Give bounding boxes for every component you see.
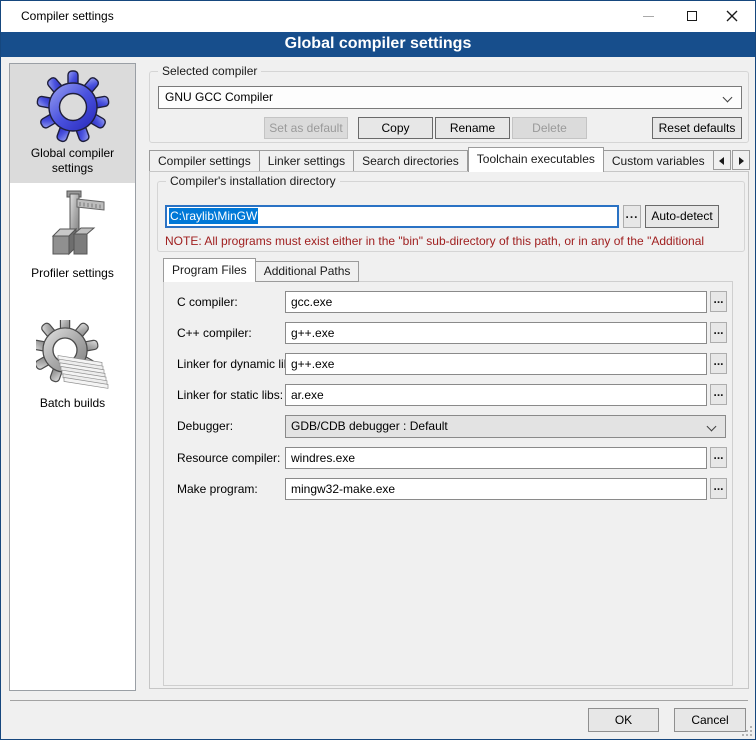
field-label: Debugger: — [177, 415, 233, 437]
dynamic-linker-input[interactable]: g++.exe — [285, 353, 707, 375]
chevron-down-icon — [723, 93, 733, 103]
browse-directory-button[interactable]: ... — [623, 205, 641, 228]
close-button[interactable] — [715, 1, 749, 31]
chevron-down-icon — [707, 422, 717, 432]
selected-path-text: C:\raylib\MinGW — [169, 208, 258, 224]
gray-gear-stack-icon — [36, 320, 110, 394]
resource-compiler-input[interactable]: windres.exe — [285, 447, 707, 469]
compiler-select-value: GNU GCC Compiler — [165, 90, 273, 104]
settings-category-sidebar: Global compiler settings Profiler settin… — [9, 63, 136, 691]
delete-button[interactable]: Delete — [512, 117, 587, 139]
cpp-compiler-input[interactable]: g++.exe — [285, 322, 707, 344]
c-compiler-browse-button[interactable]: ... — [710, 291, 727, 312]
maximize-button[interactable] — [675, 1, 709, 31]
settings-tab-strip: Compiler settings Linker settings Search… — [149, 147, 713, 172]
sidebar-item-global-compiler-settings[interactable]: Global compiler settings — [10, 64, 135, 183]
group-legend: Selected compiler — [158, 64, 261, 78]
close-icon — [726, 10, 738, 22]
installation-directory-group: Compiler's installation directory C:\ray… — [157, 181, 745, 252]
program-files-panel: C compiler: gcc.exe ... C++ compiler: g+… — [163, 281, 733, 686]
sidebar-item-label: Profiler settings — [10, 266, 135, 281]
rename-button[interactable]: Rename — [435, 117, 510, 139]
sidebar-item-label: Batch builds — [10, 396, 135, 411]
tab-scroll-left-button[interactable] — [713, 150, 731, 170]
copy-button[interactable]: Copy — [358, 117, 433, 139]
set-as-default-button[interactable]: Set as default — [264, 117, 348, 139]
field-label: C++ compiler: — [177, 322, 252, 344]
debugger-select[interactable]: GDB/CDB debugger : Default — [285, 415, 726, 438]
window-title: Compiler settings — [21, 9, 114, 23]
titlebar: Compiler settings — [1, 1, 755, 32]
footer-divider — [10, 700, 748, 701]
field-label: Make program: — [177, 478, 258, 500]
tab-program-files[interactable]: Program Files — [163, 258, 256, 282]
field-label: Linker for dynamic libs: — [177, 353, 300, 375]
make-program-input[interactable]: mingw32-make.exe — [285, 478, 707, 500]
sidebar-item-profiler-settings[interactable]: Profiler settings — [10, 184, 135, 302]
tab-search-directories[interactable]: Search directories — [354, 150, 468, 172]
caliper-icon — [36, 190, 110, 264]
blue-gear-icon — [36, 70, 110, 144]
compiler-select[interactable]: GNU GCC Compiler — [158, 86, 742, 109]
tab-custom-variables[interactable]: Custom variables — [604, 150, 713, 172]
sidebar-item-label: Global compiler settings — [10, 146, 135, 176]
debugger-select-value: GDB/CDB debugger : Default — [291, 419, 448, 433]
maximize-icon — [687, 11, 697, 21]
resource-compiler-browse-button[interactable]: ... — [710, 447, 727, 468]
sidebar-item-batch-builds[interactable]: Batch builds — [10, 314, 135, 436]
arrow-left-icon — [719, 157, 724, 165]
dialog-banner: Global compiler settings — [1, 32, 755, 57]
reset-defaults-button[interactable]: Reset defaults — [652, 117, 742, 139]
tab-toolchain-executables[interactable]: Toolchain executables — [468, 147, 604, 172]
selected-compiler-group: Selected compiler GNU GCC Compiler Set a… — [149, 71, 749, 143]
cpp-compiler-browse-button[interactable]: ... — [710, 322, 727, 343]
field-label: Resource compiler: — [177, 447, 280, 469]
field-label: Linker for static libs: — [177, 384, 283, 406]
minimize-button[interactable] — [631, 1, 665, 31]
compiler-buttons-row: Set as default Copy Rename Delete Reset … — [150, 117, 742, 139]
tab-compiler-settings[interactable]: Compiler settings — [149, 150, 260, 172]
cancel-button[interactable]: Cancel — [674, 708, 746, 732]
minimize-icon — [643, 16, 654, 17]
static-linker-input[interactable]: ar.exe — [285, 384, 707, 406]
resize-grip[interactable] — [742, 726, 752, 736]
make-program-browse-button[interactable]: ... — [710, 478, 727, 499]
ok-button[interactable]: OK — [588, 708, 659, 732]
static-linker-browse-button[interactable]: ... — [710, 384, 727, 405]
compiler-settings-dialog: Compiler settings Global compiler settin… — [0, 0, 756, 740]
program-files-tab-strip: Program Files Additional Paths — [163, 258, 359, 282]
note-text: NOTE: All programs must exist either in … — [165, 234, 741, 248]
tab-additional-paths[interactable]: Additional Paths — [256, 261, 360, 282]
c-compiler-input[interactable]: gcc.exe — [285, 291, 707, 313]
auto-detect-button[interactable]: Auto-detect — [645, 205, 719, 228]
dynamic-linker-browse-button[interactable]: ... — [710, 353, 727, 374]
tab-linker-settings[interactable]: Linker settings — [260, 150, 354, 172]
installation-directory-input[interactable]: C:\raylib\MinGW — [165, 205, 619, 228]
field-label: C compiler: — [177, 291, 238, 313]
group-legend: Compiler's installation directory — [166, 174, 340, 188]
arrow-right-icon — [739, 157, 744, 165]
tab-scroll-right-button[interactable] — [732, 150, 750, 170]
